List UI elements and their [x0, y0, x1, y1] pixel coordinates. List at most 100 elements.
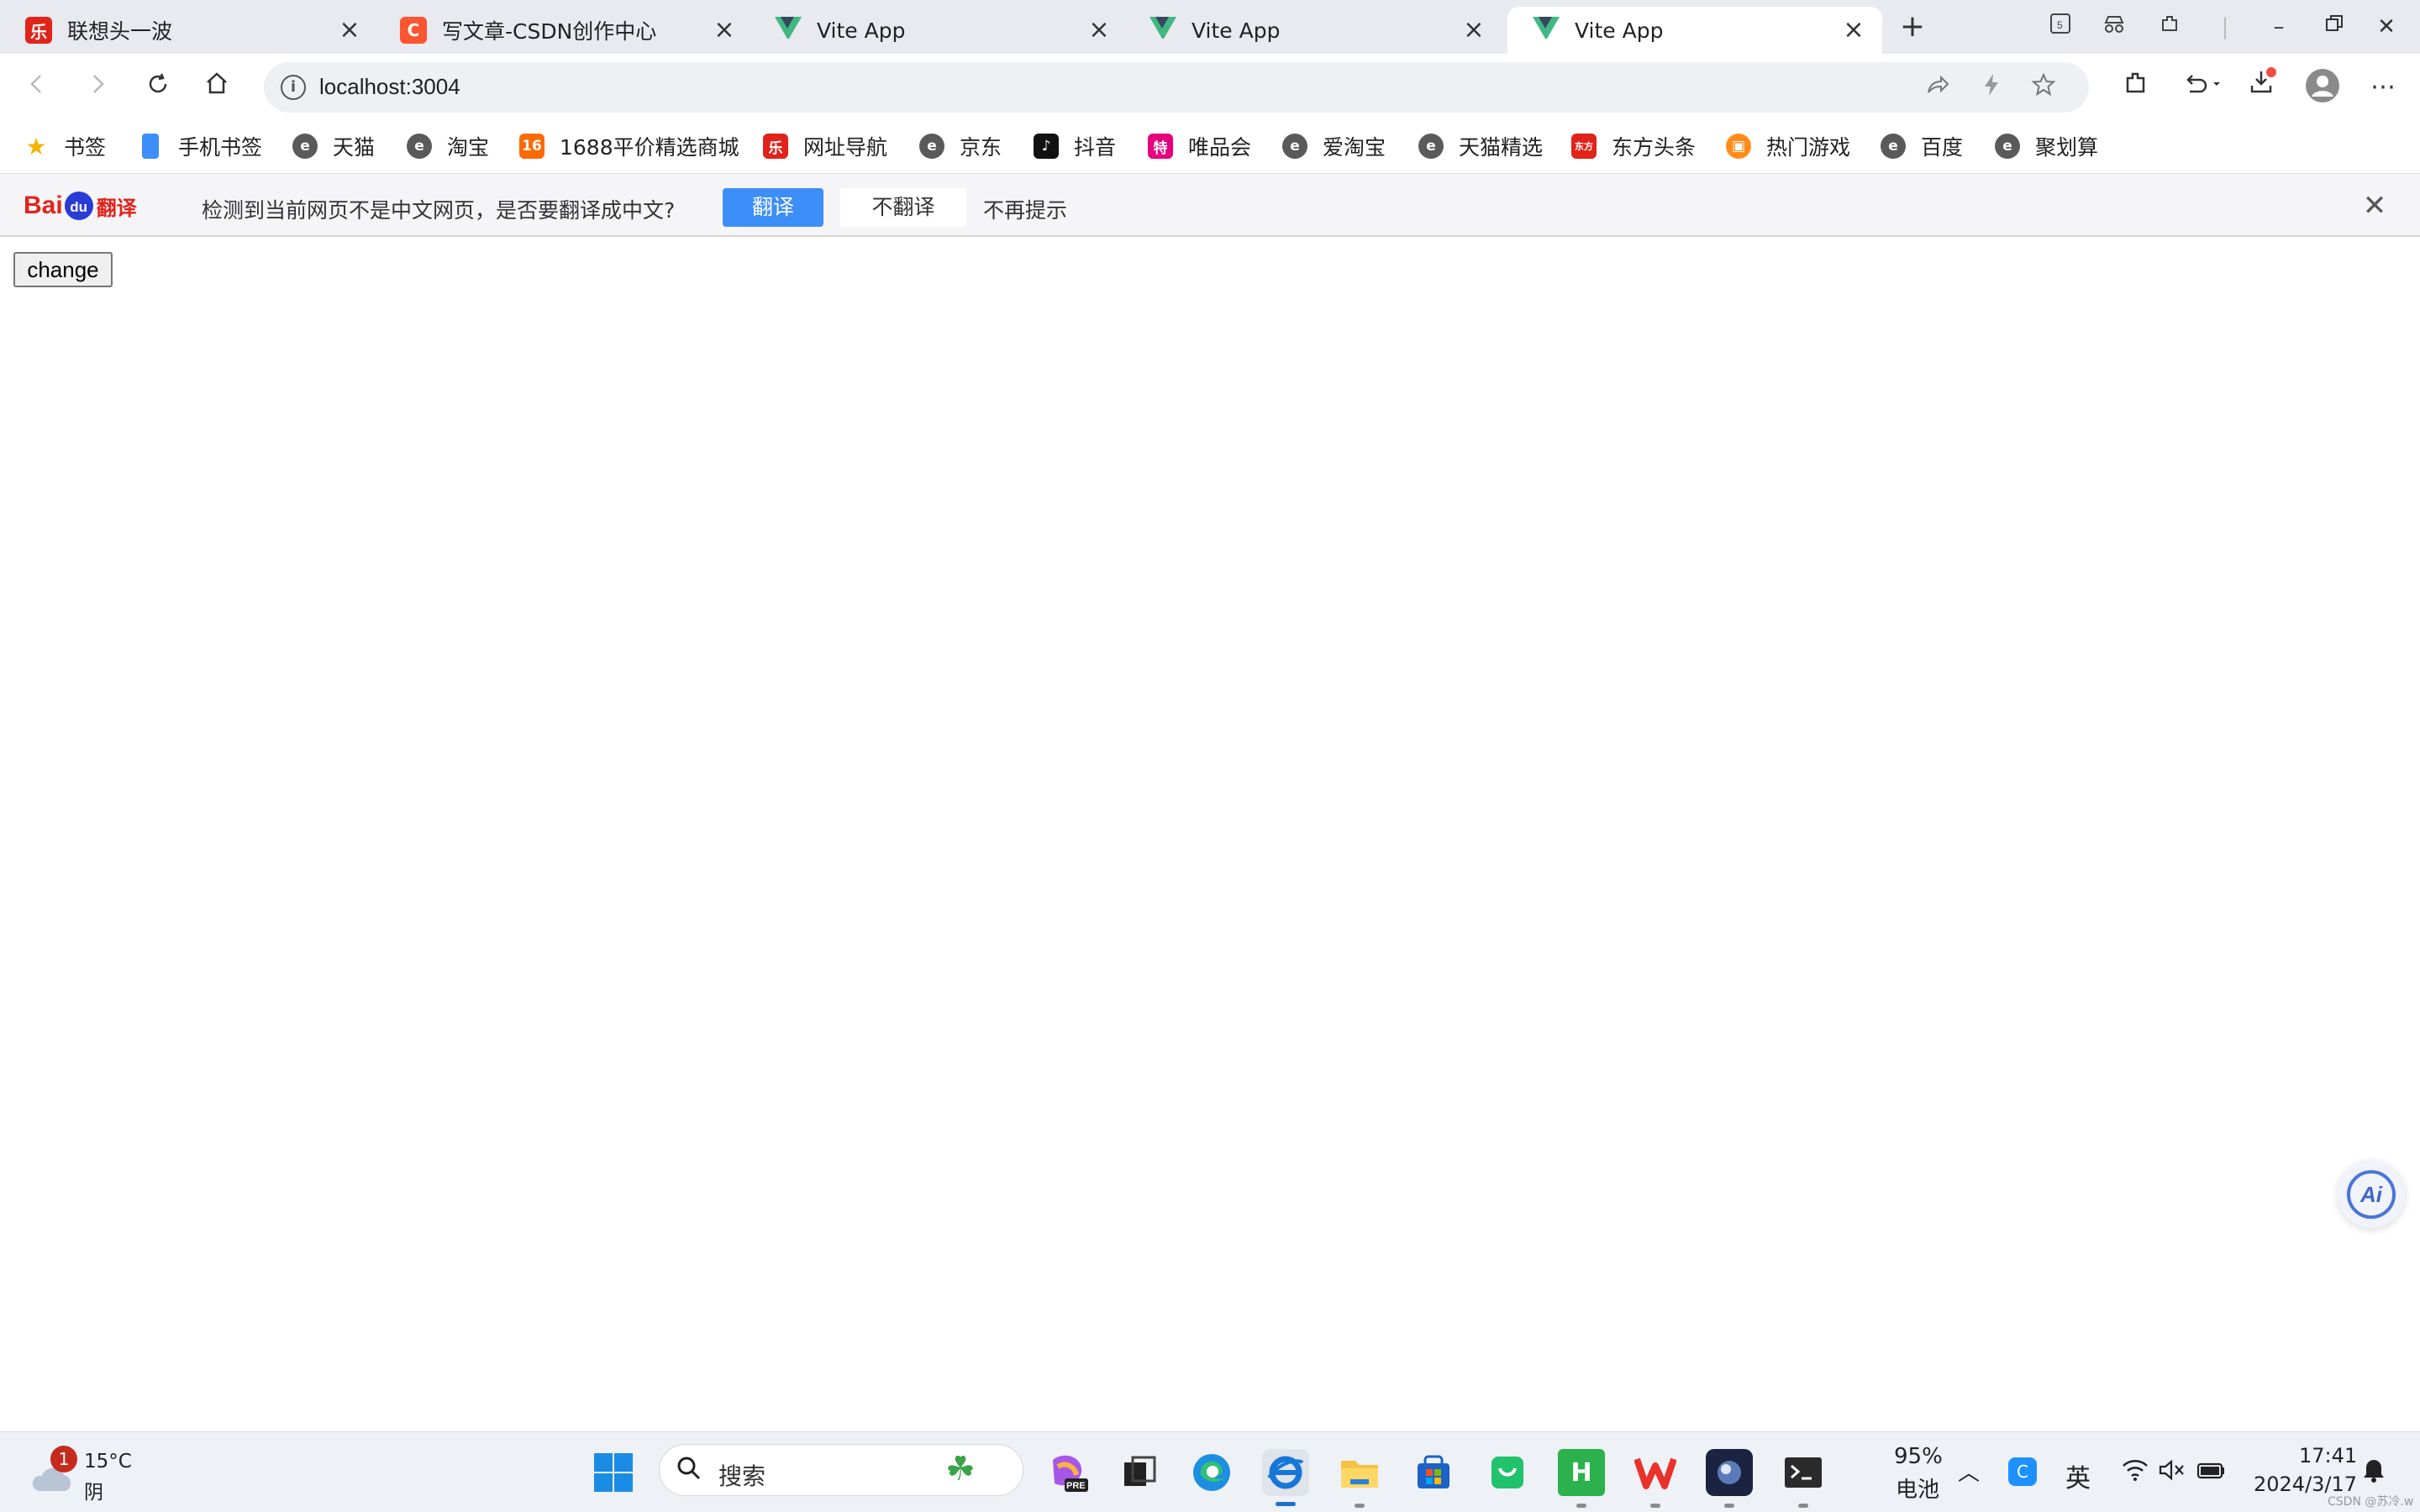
- battery-percent[interactable]: 95%: [1894, 1444, 1943, 1469]
- tab-4-active[interactable]: Vite App ×: [1507, 7, 1882, 54]
- forward-icon[interactable]: [77, 67, 118, 108]
- dongfang-icon: 东方: [1571, 134, 1597, 159]
- csdn-icon: C: [400, 17, 427, 44]
- chevron-up-icon[interactable]: ︿: [1958, 1456, 1980, 1487]
- tab-2[interactable]: Vite App ×: [750, 7, 1128, 54]
- paw-icon: du: [64, 192, 93, 220]
- share-icon[interactable]: [1923, 72, 1953, 102]
- battery-label[interactable]: 电池: [1896, 1473, 1939, 1504]
- bookmark-star-icon[interactable]: [2028, 72, 2059, 102]
- bookmark-label: 京东: [960, 135, 1002, 160]
- tab-strip: 乐 联想头一波 × C 写文章-CSDN创作中心 × Vite App × Vi…: [0, 0, 2420, 54]
- tab-title: Vite App: [1192, 18, 1281, 43]
- bookmark-item[interactable]: ▣ 热门游戏: [1726, 128, 1850, 165]
- file-explorer-icon[interactable]: [1336, 1449, 1383, 1508]
- muted-speaker-icon[interactable]: [2158, 1457, 2186, 1488]
- extensions-puzzle-icon[interactable]: [2154, 12, 2185, 42]
- close-tab-icon[interactable]: ×: [713, 18, 736, 43]
- close-tab-icon[interactable]: ×: [1842, 18, 1865, 43]
- battery-icon[interactable]: [2196, 1457, 2227, 1488]
- extensions-icon[interactable]: [2116, 67, 2156, 108]
- bookmark-item[interactable]: 手机书签: [138, 128, 262, 165]
- reload-icon[interactable]: [138, 67, 178, 108]
- bookmark-label: 1688平价精选商城: [560, 135, 739, 160]
- shopping-bag-icon[interactable]: [1484, 1449, 1531, 1496]
- close-tab-icon[interactable]: ×: [1087, 18, 1111, 43]
- phone-icon: [142, 134, 159, 159]
- edge-icon[interactable]: [1188, 1449, 1235, 1496]
- bookmark-item[interactable]: 东方 东方头条: [1571, 128, 1696, 165]
- game-app-icon[interactable]: [1706, 1449, 1753, 1508]
- taskbar-search[interactable]: 搜索 ☘: [659, 1444, 1023, 1496]
- bookmark-item[interactable]: e 百度: [1881, 128, 1963, 165]
- svg-text:PRE: PRE: [1066, 1481, 1086, 1491]
- bookmark-label: 唯品会: [1188, 135, 1252, 160]
- ai-assistant-button[interactable]: Ai: [2338, 1161, 2405, 1228]
- logo-bai: Bai: [24, 192, 63, 219]
- change-button[interactable]: change: [13, 252, 113, 287]
- new-tab-button[interactable]: +: [1897, 12, 1928, 42]
- sidebar-toggle-icon[interactable]: 5: [2045, 12, 2075, 42]
- url-text[interactable]: localhost:3004: [319, 74, 460, 100]
- downloads-icon[interactable]: [2242, 67, 2282, 108]
- tab-title: 联想头一波: [67, 19, 173, 44]
- more-menu-icon[interactable]: ⋯: [2363, 67, 2403, 108]
- bookmark-item[interactable]: e 天猫: [292, 128, 375, 165]
- browser-toolbar: i localhost:3004 ⋯: [0, 54, 2420, 121]
- bookmark-item[interactable]: e 聚划算: [1995, 128, 2098, 165]
- wifi-icon[interactable]: [2121, 1457, 2149, 1488]
- incognito-icon[interactable]: [2099, 12, 2129, 42]
- no-translate-button[interactable]: 不翻译: [840, 188, 966, 227]
- ai-icon: Ai: [2347, 1170, 2396, 1219]
- translate-button[interactable]: 翻译: [723, 188, 823, 227]
- close-window-icon[interactable]: ✕: [2371, 12, 2402, 42]
- weather-badge: 1: [50, 1446, 77, 1473]
- task-view-icon[interactable]: [1116, 1449, 1163, 1496]
- bookmark-item[interactable]: e 天猫精选: [1418, 128, 1543, 165]
- site-info-icon[interactable]: i: [281, 75, 306, 100]
- close-tab-icon[interactable]: ×: [1462, 18, 1486, 43]
- e-browser-icon: e: [1881, 134, 1906, 159]
- bookmark-label: 热门游戏: [1766, 135, 1851, 160]
- clock-time[interactable]: 17:41: [2299, 1444, 2357, 1467]
- lightning-icon[interactable]: [1976, 72, 2007, 102]
- bookmark-item[interactable]: e 淘宝: [407, 128, 489, 165]
- profile-avatar-icon[interactable]: [2302, 67, 2343, 108]
- tab-3[interactable]: Vite App ×: [1124, 7, 1502, 54]
- address-bar[interactable]: i localhost:3004: [264, 62, 2089, 113]
- bookmark-item[interactable]: e 京东: [919, 128, 1002, 165]
- wps-icon[interactable]: [1632, 1449, 1679, 1508]
- bookmark-item[interactable]: ★ 书签: [24, 128, 106, 165]
- minimize-icon[interactable]: –: [2264, 12, 2294, 42]
- start-windows-icon[interactable]: [590, 1449, 637, 1496]
- divider: |: [2221, 14, 2229, 39]
- bookmark-label: 爱淘宝: [1323, 135, 1386, 160]
- back-icon[interactable]: [17, 67, 57, 108]
- translate-message: 检测到当前网页不是中文网页，是否要翻译成中文?: [202, 198, 676, 223]
- weather-widget[interactable]: 1 15°C 阴: [25, 1444, 134, 1504]
- copilot-pre-icon[interactable]: PRE: [1044, 1449, 1091, 1496]
- tab-1[interactable]: C 写文章-CSDN创作中心 ×: [375, 7, 753, 54]
- close-tab-icon[interactable]: ×: [338, 18, 361, 43]
- tab-0[interactable]: 乐 联想头一波 ×: [0, 7, 378, 54]
- bookmark-item[interactable]: 16 1688平价精选商城: [519, 128, 739, 165]
- tab-title: 写文章-CSDN创作中心: [442, 19, 657, 44]
- ime-indicator[interactable]: 英: [2065, 1457, 2091, 1494]
- microsoft-store-icon[interactable]: [1410, 1449, 1457, 1496]
- bookmark-label: 网址导航: [803, 135, 888, 160]
- notification-bell-icon[interactable]: [2361, 1456, 2386, 1488]
- bookmark-item[interactable]: e 爱淘宝: [1282, 128, 1386, 165]
- hbuilder-icon[interactable]: H: [1558, 1449, 1605, 1508]
- security-app-icon[interactable]: C: [2008, 1457, 2037, 1486]
- undo-closed-tab-icon[interactable]: [2176, 67, 2228, 108]
- never-prompt-link[interactable]: 不再提示: [983, 194, 1067, 224]
- close-icon[interactable]: ✕: [2358, 189, 2391, 223]
- ie-browser-icon[interactable]: [1262, 1449, 1309, 1506]
- bookmark-item[interactable]: 特 唯品会: [1148, 128, 1251, 165]
- bookmark-item[interactable]: ♪ 抖音: [1034, 128, 1116, 165]
- restore-icon[interactable]: [2319, 12, 2349, 42]
- bookmark-label: 聚划算: [2035, 135, 2099, 160]
- bookmark-item[interactable]: 乐 网址导航: [763, 128, 887, 165]
- terminal-icon[interactable]: [1780, 1449, 1827, 1508]
- home-icon[interactable]: [197, 67, 237, 108]
